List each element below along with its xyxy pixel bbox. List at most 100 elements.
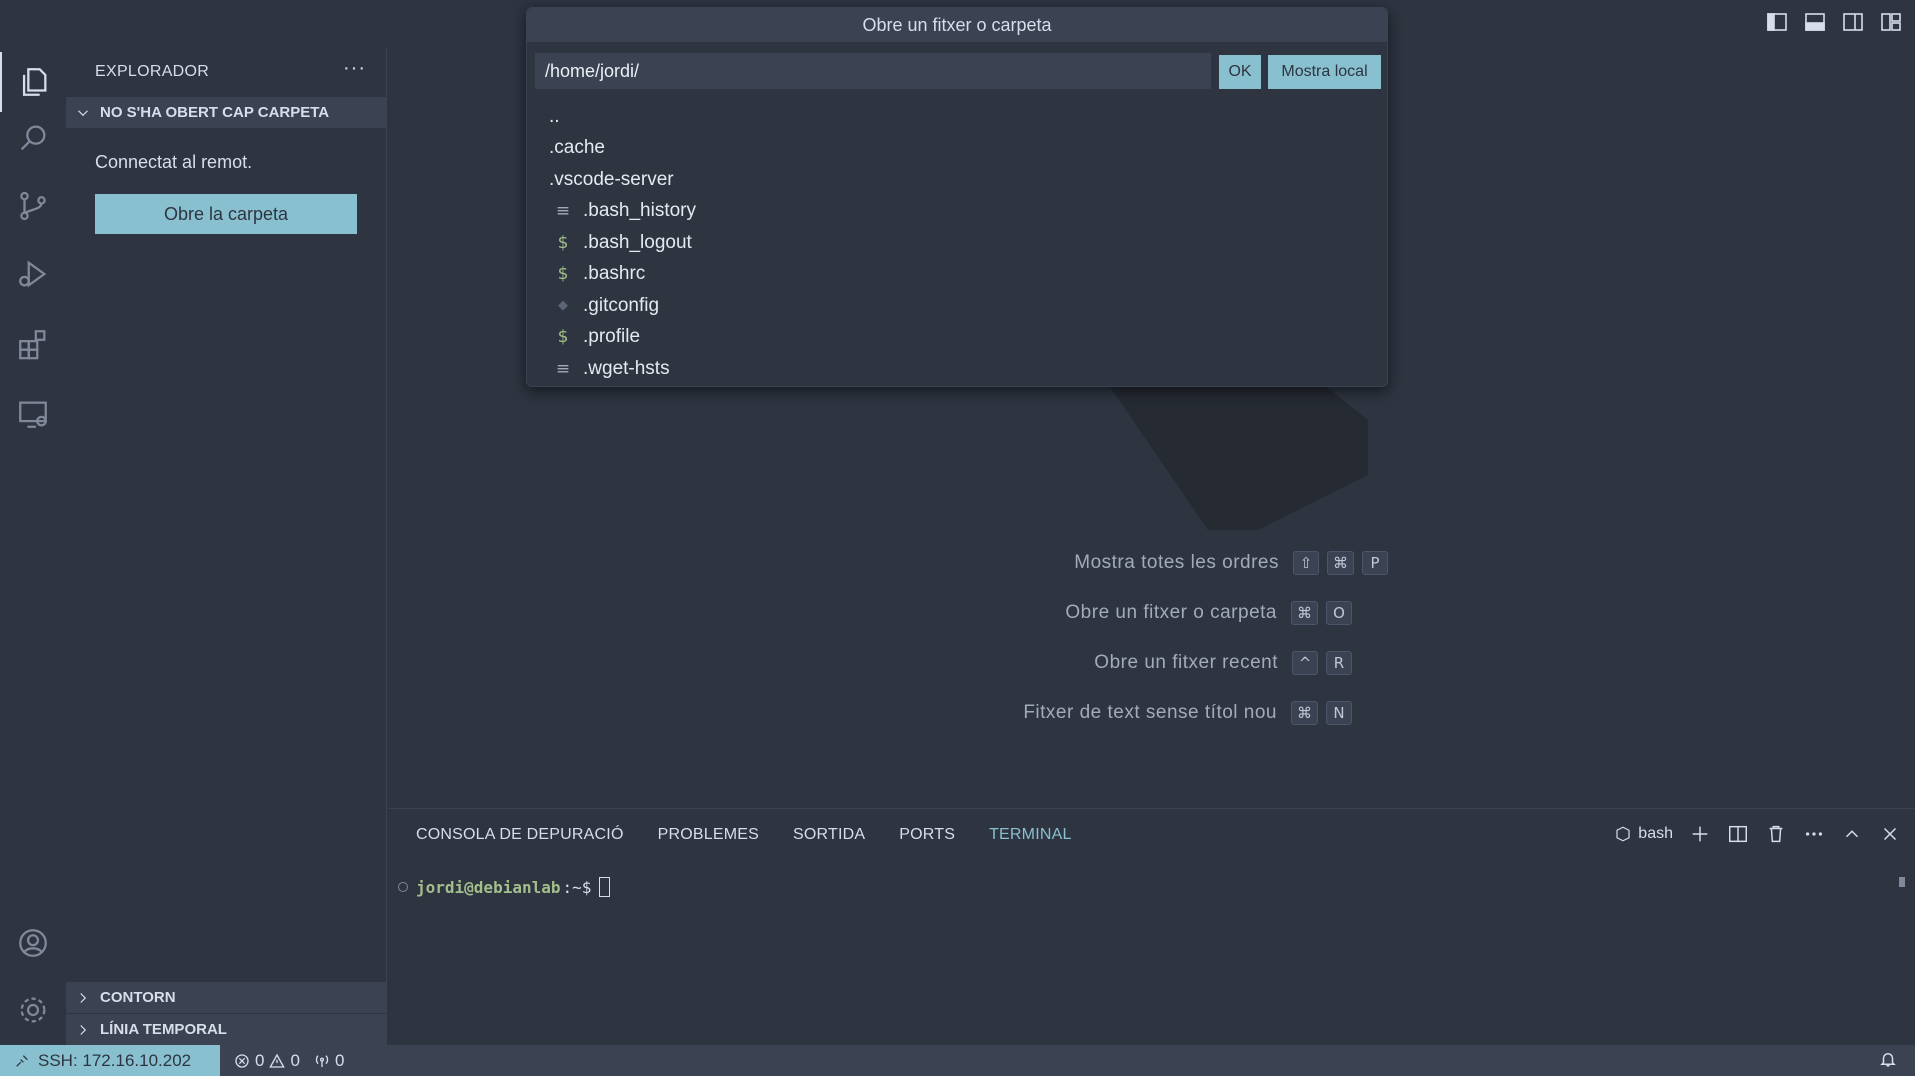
key-n: N	[1326, 701, 1352, 725]
error-count: 0	[255, 1050, 265, 1070]
activity-bar	[0, 0, 66, 1045]
remote-explorer-button[interactable]	[0, 384, 66, 444]
panel-tabs: CONSOLA DE DEPURACIÓ PROBLEMES SORTIDA P…	[416, 826, 1072, 844]
bottom-panel: CONSOLA DE DEPURACIÓ PROBLEMES SORTIDA P…	[388, 808, 1915, 1045]
prompt-user: jordi@debianlab	[416, 877, 561, 897]
tab-ports[interactable]: PORTS	[899, 826, 955, 844]
split-terminal-icon[interactable]	[1727, 823, 1749, 845]
run-debug-button[interactable]	[0, 244, 66, 304]
shortcut-open-file: Obre un fitxer o carpeta ⌘ O	[1065, 599, 1360, 627]
ports-status[interactable]: 0	[314, 1051, 344, 1071]
ellipsis-icon[interactable]	[1803, 823, 1825, 845]
list-item[interactable]: ◆ .gitconfig	[527, 290, 1387, 322]
customize-layout-icon[interactable]	[1879, 10, 1903, 34]
diamond-icon: ◆	[558, 298, 568, 314]
terminal-status-icon	[398, 882, 408, 892]
shortcut-open-recent: Obre un fitxer recent ^ R	[1094, 649, 1360, 677]
explorer-button[interactable]	[0, 52, 66, 112]
list-item[interactable]: .vscode-server	[527, 164, 1387, 196]
gear-icon	[20, 997, 46, 1023]
status-bar: SSH: 172.16.10.202 0 0 0	[0, 1045, 1915, 1076]
chevron-right-icon	[80, 992, 87, 1003]
section-timeline[interactable]: LÍNIA TEMPORAL	[66, 1014, 386, 1045]
tab-debug-console[interactable]: CONSOLA DE DEPURACIÓ	[416, 826, 624, 844]
dollar-icon: $	[557, 264, 569, 285]
key-ctrl: ^	[1292, 651, 1318, 675]
run-debug-icon	[19, 260, 47, 288]
lines-icon: ≡	[555, 358, 571, 379]
terminal-shell-selector[interactable]: bash	[1614, 825, 1673, 843]
section-no-folder-label: NO S'HA OBERT CAP CARPETA	[100, 104, 330, 121]
prompt-path: :~$	[562, 877, 592, 897]
list-item[interactable]: $ .bashrc	[527, 259, 1387, 291]
dollar-icon: $	[557, 232, 569, 253]
key-cmd: ⌘	[1291, 601, 1318, 625]
extensions-icon	[19, 330, 46, 360]
account-icon	[19, 929, 47, 957]
sidebar-title: EXPLORADOR	[95, 63, 210, 80]
panel-actions: bash	[1614, 823, 1901, 845]
key-cmd: ⌘	[1327, 551, 1354, 575]
quickpick-title: Obre un fitxer o carpeta	[527, 8, 1387, 42]
ports-count: 0	[334, 1050, 345, 1070]
section-no-folder[interactable]: NO S'HA OBERT CAP CARPETA	[66, 97, 386, 128]
remote-label: SSH: 172.16.10.202	[38, 1050, 192, 1070]
accounts-button[interactable]	[0, 913, 66, 973]
chevron-down-icon	[78, 109, 88, 116]
search-button[interactable]	[0, 108, 66, 168]
key-p: P	[1362, 551, 1388, 575]
close-icon[interactable]	[1879, 823, 1901, 845]
trash-icon[interactable]	[1765, 823, 1787, 845]
list-item[interactable]: .cache	[527, 133, 1387, 165]
remote-icon	[16, 1054, 28, 1067]
warning-count: 0	[290, 1050, 300, 1070]
remote-explorer-icon	[19, 401, 47, 428]
problems-status[interactable]: 0 0	[234, 1051, 300, 1071]
show-local-button[interactable]: Mostra local	[1268, 55, 1381, 89]
source-control-button[interactable]	[0, 176, 66, 236]
files-icon	[22, 68, 47, 96]
connected-text: Connectat al remot.	[95, 152, 253, 172]
shell-label: bash	[1638, 825, 1673, 842]
remote-indicator[interactable]: SSH: 172.16.10.202	[0, 1045, 220, 1076]
tab-problems[interactable]: PROBLEMES	[658, 826, 759, 844]
toggle-panel-icon[interactable]	[1803, 10, 1827, 34]
plus-icon[interactable]	[1689, 823, 1711, 845]
extensions-button[interactable]	[0, 314, 66, 374]
toggle-secondary-sidebar-icon[interactable]	[1841, 10, 1865, 34]
file-list: .. .cache .vscode-server ≡ .bash_history …	[527, 101, 1387, 385]
list-item[interactable]: ..	[527, 101, 1387, 133]
key-shift: ⇧	[1293, 551, 1319, 575]
tab-terminal[interactable]: TERMINAL	[989, 826, 1072, 844]
more-actions-button[interactable]: ···	[343, 57, 366, 80]
chevron-up-icon[interactable]	[1841, 823, 1863, 845]
toggle-sidebar-icon[interactable]	[1765, 10, 1789, 34]
open-folder-button[interactable]: Obre la carpeta	[95, 194, 357, 234]
key-r: R	[1326, 651, 1352, 675]
terminal-prompt[interactable]: jordi@debianlab :~$	[398, 877, 611, 897]
section-outline[interactable]: CONTORN	[66, 982, 386, 1013]
section-timeline-label: LÍNIA TEMPORAL	[100, 1021, 227, 1038]
manage-button[interactable]	[0, 980, 66, 1040]
chevron-right-icon	[80, 1024, 87, 1035]
terminal-shell-icon	[1616, 826, 1630, 842]
list-item[interactable]: $ .profile	[527, 322, 1387, 354]
list-item[interactable]: ≡ .wget-hsts	[527, 353, 1387, 385]
sidebar: EXPLORADOR ··· NO S'HA OBERT CAP CARPETA…	[66, 47, 387, 1045]
layout-controls	[1765, 10, 1903, 34]
bell-icon[interactable]	[1879, 1050, 1897, 1068]
key-o: O	[1326, 601, 1352, 625]
tab-output[interactable]: SORTIDA	[793, 826, 865, 844]
shortcut-show-commands: Mostra totes les ordres ⇧ ⌘ P	[1074, 549, 1396, 577]
list-item[interactable]: ≡ .bash_history	[527, 196, 1387, 228]
list-item[interactable]: $ .bash_logout	[527, 227, 1387, 259]
warning-icon	[269, 1053, 286, 1068]
terminal-cursor	[599, 877, 611, 897]
broadcast-icon	[315, 1054, 329, 1067]
lines-icon: ≡	[555, 201, 571, 222]
section-outline-label: CONTORN	[100, 989, 176, 1006]
path-input[interactable]	[535, 53, 1211, 89]
ok-button[interactable]: OK	[1219, 55, 1261, 89]
terminal-scrollbar[interactable]	[1899, 877, 1905, 887]
source-control-icon	[20, 191, 46, 221]
